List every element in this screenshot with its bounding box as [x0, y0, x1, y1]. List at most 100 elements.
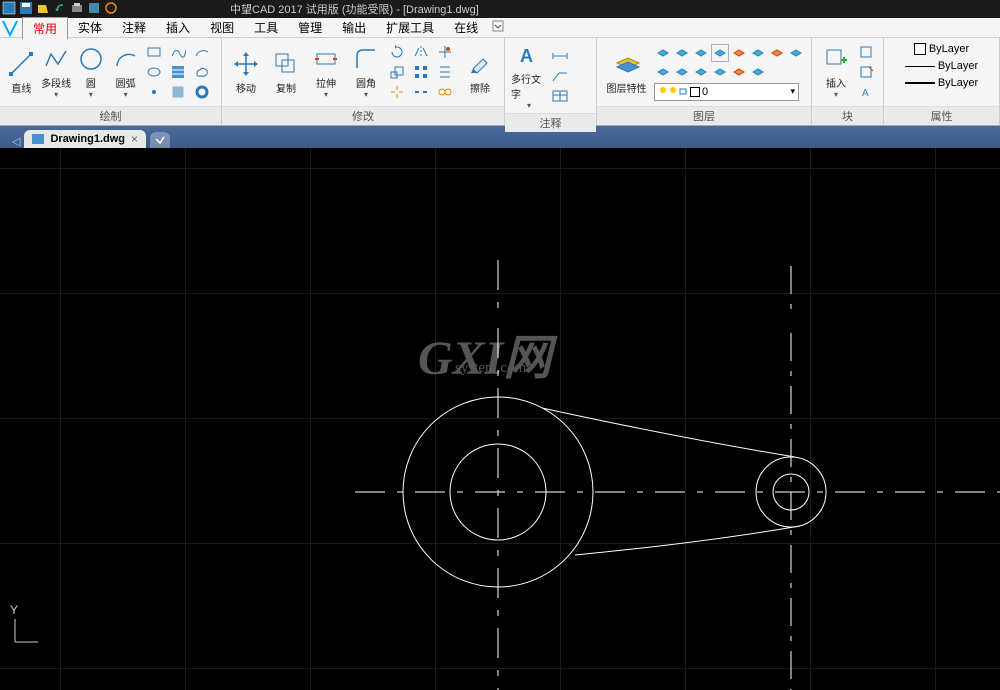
layer-icon-4[interactable]: [711, 44, 729, 62]
color-selector[interactable]: ByLayer: [914, 41, 969, 57]
new-tab-button[interactable]: [150, 132, 170, 148]
menu-bar: 常用 实体 注释 插入 视图 工具 管理 输出 扩展工具 在线: [0, 18, 1000, 38]
tab-online[interactable]: 在线: [444, 17, 488, 38]
tab-tools[interactable]: 工具: [244, 17, 288, 38]
layer-icon-9[interactable]: [654, 63, 672, 81]
line-button[interactable]: 直线: [6, 50, 37, 95]
layer-tool-icons: [654, 44, 805, 81]
stretch-button[interactable]: 拉伸 ▾: [308, 45, 344, 99]
layer-icon-2[interactable]: [673, 44, 691, 62]
open-icon[interactable]: [36, 1, 50, 15]
rect-icon[interactable]: [145, 43, 163, 61]
layer-icon-3[interactable]: [692, 44, 710, 62]
ellipse-icon[interactable]: [145, 63, 163, 81]
doctab-nav-left[interactable]: ◁: [8, 135, 24, 148]
panel-annotation: A 多行文字 ▾ 注释: [505, 38, 597, 125]
mtext-button[interactable]: A 多行文字 ▾: [511, 41, 547, 110]
panel-layers: 图层特性: [597, 38, 812, 125]
y-axis-label: Y: [10, 603, 18, 617]
break-icon[interactable]: [412, 83, 430, 101]
panel-annotation-label: 注释: [505, 113, 596, 132]
tab-extend[interactable]: 扩展工具: [376, 17, 444, 38]
layer-icon-1[interactable]: [654, 44, 672, 62]
layer-icon-12[interactable]: [711, 63, 729, 81]
undo-icon[interactable]: [53, 1, 67, 15]
leader-icon[interactable]: [551, 67, 569, 85]
match-icon[interactable]: [104, 1, 118, 15]
layer-on-icon: [658, 85, 668, 98]
lineweight-selector[interactable]: ByLayer: [905, 75, 978, 91]
document-tabs: ◁ Drawing1.dwg ×: [0, 126, 1000, 148]
revcloud-icon[interactable]: [193, 63, 211, 81]
mirror-icon[interactable]: [412, 43, 430, 61]
scale-icon[interactable]: [388, 63, 406, 81]
layer-lock-icon: [678, 85, 688, 98]
layer-selector[interactable]: 0 ▾: [654, 83, 799, 101]
layer-icon-6[interactable]: [749, 44, 767, 62]
layer-icon-11[interactable]: [692, 63, 710, 81]
layer-icon-10[interactable]: [673, 63, 691, 81]
drawing-canvas[interactable]: GXI网 system.com Y: [0, 148, 1000, 690]
table-icon[interactable]: [551, 87, 569, 105]
tab-solid[interactable]: 实体: [68, 17, 112, 38]
fillet-button[interactable]: 圆角 ▾: [348, 45, 384, 99]
tab-dropdown-icon[interactable]: [492, 20, 504, 35]
block-attr-icon[interactable]: A: [858, 83, 876, 101]
rotate-icon[interactable]: [388, 43, 406, 61]
hatch-icon[interactable]: [169, 63, 187, 81]
panel-draw-label: 绘制: [0, 106, 221, 125]
tab-annotate[interactable]: 注释: [112, 17, 156, 38]
explode-icon[interactable]: [388, 83, 406, 101]
app-logo[interactable]: [0, 18, 20, 38]
tab-manage[interactable]: 管理: [288, 17, 332, 38]
tab-view[interactable]: 视图: [200, 17, 244, 38]
close-tab-icon[interactable]: ×: [131, 132, 138, 146]
block-create-icon[interactable]: [858, 43, 876, 61]
donut-icon[interactable]: [193, 83, 211, 101]
panel-draw: 直线 多段线 ▾ 圆 ▾ 圆弧 ▾: [0, 38, 222, 125]
save-icon[interactable]: [19, 1, 33, 15]
title-bar: 中望CAD 2017 试用版 (功能受限) - [Drawing1.dwg]: [0, 0, 1000, 18]
erase-button[interactable]: 擦除: [462, 50, 498, 95]
insert-block-button[interactable]: 插入 ▾: [818, 45, 854, 99]
plot-icon[interactable]: [87, 1, 101, 15]
svg-text:A: A: [520, 46, 533, 66]
offset-icon[interactable]: [436, 63, 454, 81]
circle-button[interactable]: 圆 ▾: [76, 45, 107, 99]
arc-button[interactable]: 圆弧 ▾: [110, 45, 141, 99]
layer-icon-7[interactable]: [768, 44, 786, 62]
app-title: 中望CAD 2017 试用版 (功能受限) - [Drawing1.dwg]: [230, 1, 479, 17]
layer-color-swatch: [690, 87, 700, 97]
svg-text:A: A: [862, 88, 869, 99]
copy-button[interactable]: 复制: [268, 50, 304, 95]
arc2-icon[interactable]: [193, 43, 211, 61]
linetype-selector[interactable]: ByLayer: [905, 58, 978, 74]
layer-icon-14[interactable]: [749, 63, 767, 81]
polyline-button[interactable]: 多段线 ▾: [41, 45, 72, 99]
join-icon[interactable]: [436, 83, 454, 101]
layer-icon-5[interactable]: [730, 44, 748, 62]
panel-properties-label: 属性: [884, 106, 999, 125]
move-button[interactable]: 移动: [228, 50, 264, 95]
panel-block-label: 块: [812, 106, 883, 125]
tab-insert[interactable]: 插入: [156, 17, 200, 38]
spline-icon[interactable]: [169, 43, 187, 61]
block-edit-icon[interactable]: [858, 63, 876, 81]
qat-icon[interactable]: [2, 1, 16, 15]
print-icon[interactable]: [70, 1, 84, 15]
layer-name: 0: [702, 86, 790, 98]
panel-modify-label: 修改: [222, 106, 504, 125]
trim-icon[interactable]: [436, 43, 454, 61]
tab-output[interactable]: 输出: [332, 17, 376, 38]
region-icon[interactable]: [169, 83, 187, 101]
tab-common[interactable]: 常用: [22, 17, 68, 39]
layer-icon-8[interactable]: [787, 44, 805, 62]
document-tab[interactable]: Drawing1.dwg ×: [24, 130, 146, 148]
dim-linear-icon[interactable]: [551, 47, 569, 65]
layer-props-button[interactable]: 图层特性: [603, 50, 650, 95]
array-icon[interactable]: [412, 63, 430, 81]
point-icon[interactable]: [145, 83, 163, 101]
layer-icon-13[interactable]: [730, 63, 748, 81]
cad-drawing: [0, 148, 1000, 690]
quick-access-toolbar: [2, 1, 118, 15]
